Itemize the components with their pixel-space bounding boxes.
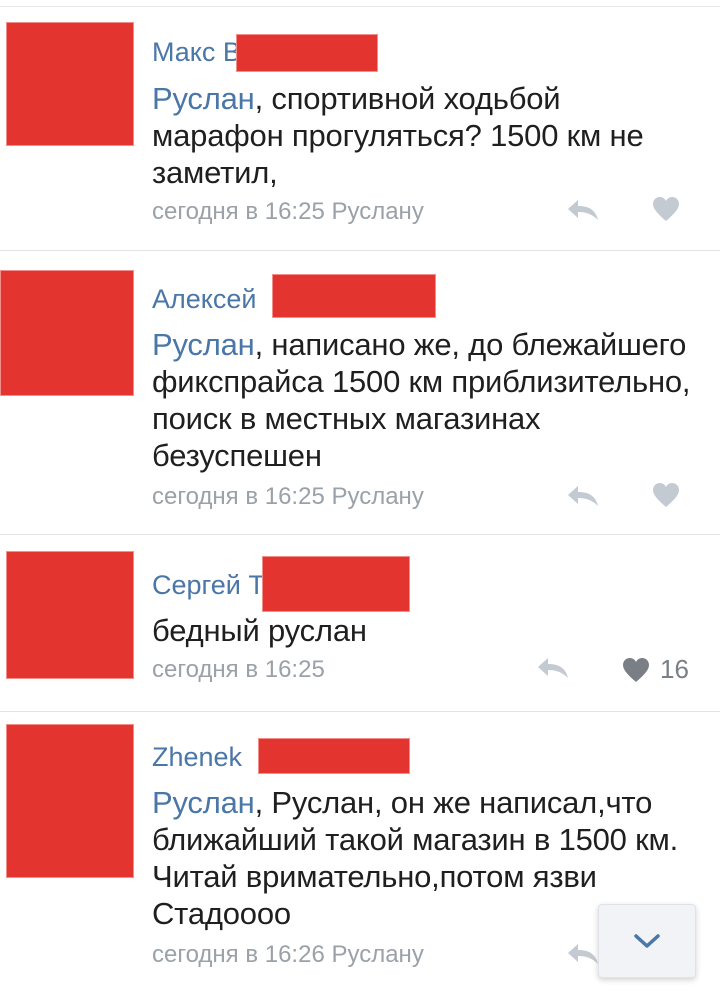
comment-time: сегодня в 16:26 bbox=[152, 941, 325, 968]
comment-mention[interactable]: Руслан bbox=[152, 327, 255, 362]
redaction-box bbox=[272, 274, 436, 318]
comment-text: Руслан, написано же, до блежайшего фиксп… bbox=[152, 326, 692, 474]
comment-reply-to[interactable]: Руслану bbox=[331, 198, 423, 225]
comment-time: сегодня в 16:25 bbox=[152, 656, 325, 683]
comment-reply-to[interactable]: Руслану bbox=[331, 941, 423, 968]
heart-icon bbox=[653, 483, 679, 507]
comment-author[interactable]: Zhenek bbox=[152, 742, 242, 773]
avatar[interactable] bbox=[0, 270, 134, 396]
redaction-box bbox=[262, 556, 410, 612]
comment-author-row: Алексей bbox=[152, 279, 257, 319]
divider bbox=[0, 711, 720, 712]
comment-reply-to[interactable]: Руслану bbox=[331, 483, 423, 510]
comment-meta: сегодня в 16:25 Руслану bbox=[152, 198, 424, 226]
comment-author[interactable]: Сергей Т bbox=[152, 570, 265, 601]
scroll-down-button[interactable] bbox=[598, 904, 696, 978]
like-button[interactable] bbox=[652, 196, 680, 222]
avatar[interactable] bbox=[6, 724, 134, 878]
comment-author-row: Сергей Т bbox=[152, 565, 265, 605]
like-count: 16 bbox=[660, 654, 689, 684]
comment-text: бедный руслан bbox=[152, 612, 692, 649]
comment-meta: сегодня в 16:25 bbox=[152, 656, 325, 684]
redaction-box bbox=[236, 34, 378, 72]
reply-arrow-icon[interactable] bbox=[536, 656, 570, 680]
comment-time: сегодня в 16:25 bbox=[152, 198, 325, 225]
like-button[interactable]: 16 bbox=[622, 654, 689, 685]
comment-author-row: Макс В bbox=[152, 32, 241, 72]
comment-body: бедный руслан bbox=[152, 613, 367, 648]
redaction-box bbox=[258, 738, 410, 774]
comment-author[interactable]: Алексей bbox=[152, 284, 257, 315]
comment-time: сегодня в 16:25 bbox=[152, 483, 325, 510]
reply-arrow-icon[interactable] bbox=[566, 942, 600, 966]
chevron-down-icon bbox=[634, 934, 660, 948]
reply-arrow-icon[interactable] bbox=[566, 484, 600, 508]
divider bbox=[0, 250, 720, 251]
heart-icon bbox=[623, 657, 649, 682]
comment-meta: сегодня в 16:25 Руслану bbox=[152, 483, 424, 511]
comment-text: Руслан, спортивной ходьбой марафон прогу… bbox=[152, 80, 692, 191]
comment-author[interactable]: Макс В bbox=[152, 37, 241, 68]
heart-icon bbox=[653, 197, 679, 221]
divider bbox=[0, 534, 720, 535]
top-divider bbox=[0, 0, 720, 7]
reply-arrow-icon[interactable] bbox=[566, 198, 600, 222]
comment-author-row: Zhenek bbox=[152, 737, 242, 777]
comment-mention[interactable]: Руслан bbox=[152, 81, 255, 116]
avatar[interactable] bbox=[6, 551, 134, 679]
comment-meta: сегодня в 16:26 Руслану bbox=[152, 941, 424, 969]
comment-mention[interactable]: Руслан bbox=[152, 785, 255, 820]
like-button[interactable] bbox=[652, 482, 680, 508]
avatar[interactable] bbox=[6, 22, 134, 146]
